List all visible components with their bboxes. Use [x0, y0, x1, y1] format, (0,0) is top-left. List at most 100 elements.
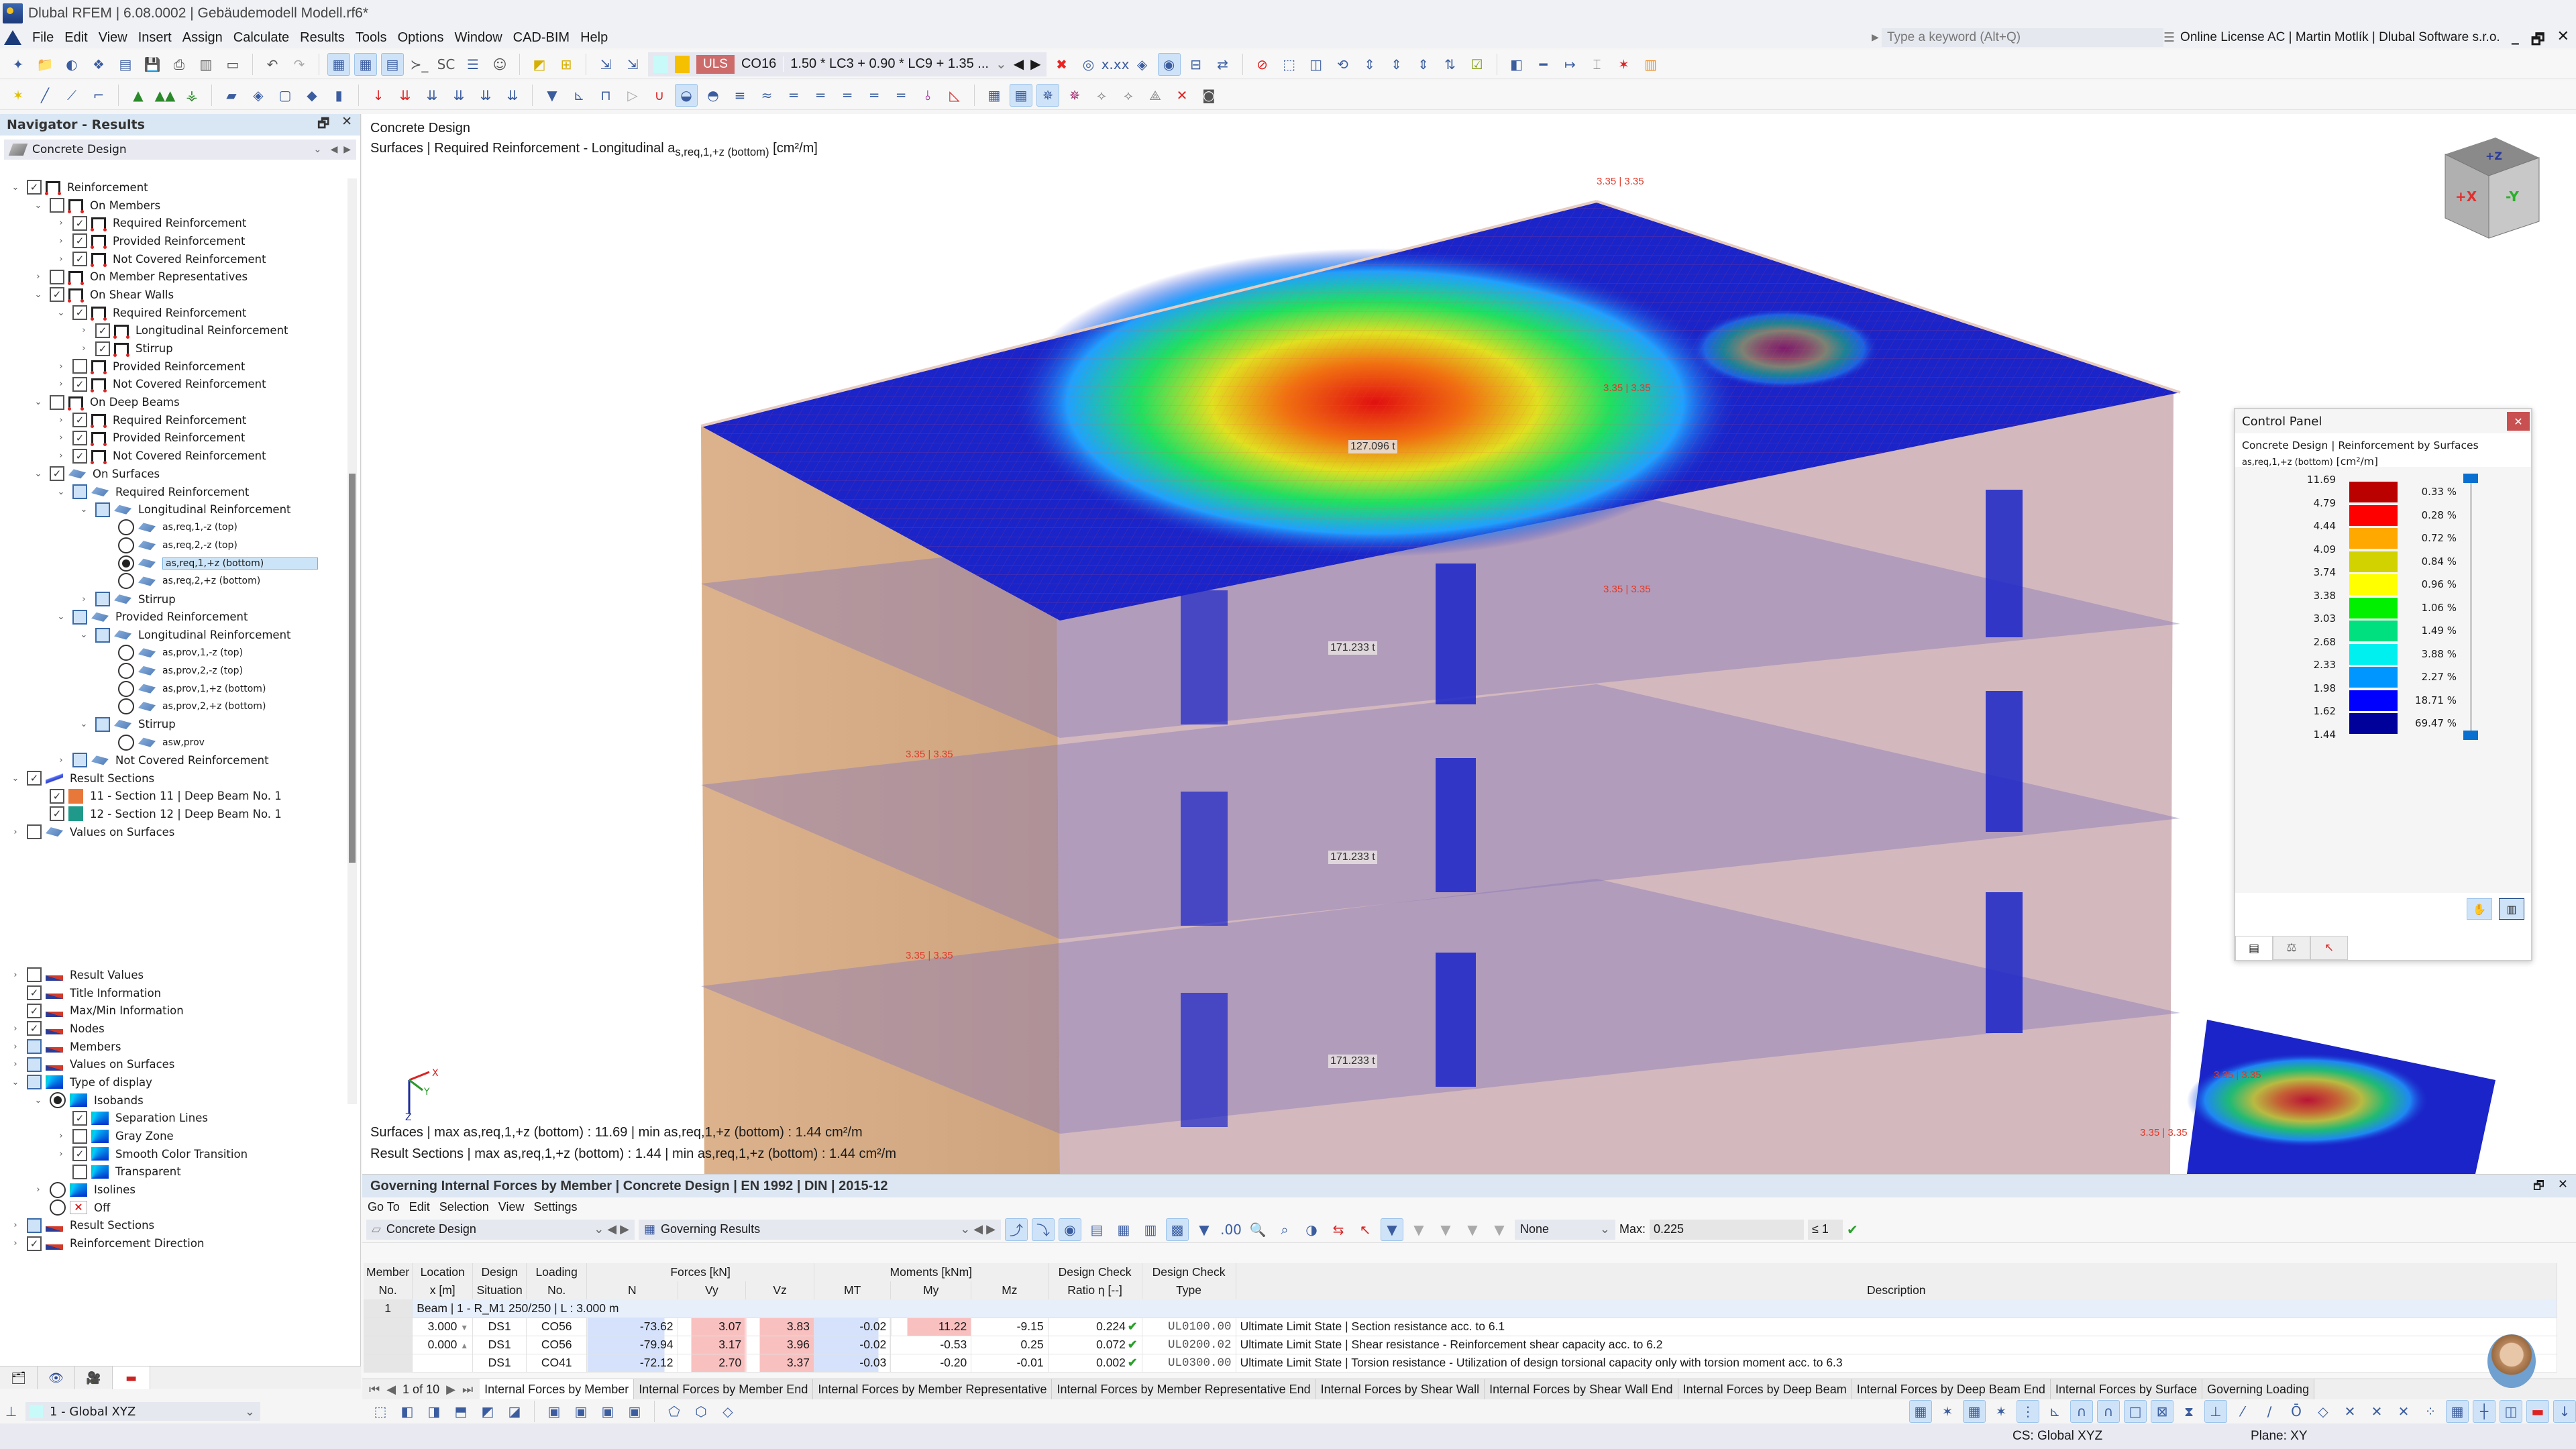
- menu-calculate[interactable]: Calculate: [228, 30, 294, 46]
- radio-button[interactable]: [118, 555, 134, 572]
- scrollbar-thumb[interactable]: [349, 474, 356, 863]
- legend-min-handle[interactable]: [2463, 731, 2478, 740]
- tree-item[interactable]: › ✓ Required Reinforcement: [0, 411, 345, 429]
- grid-icon[interactable]: ▦: [983, 84, 1006, 107]
- checkbox[interactable]: ✓: [50, 806, 64, 822]
- layers-icon[interactable]: ◫: [2500, 1400, 2522, 1423]
- menu-view[interactable]: View: [93, 30, 133, 46]
- table-tab[interactable]: Internal Forces by Deep Beam End: [1851, 1379, 2051, 1401]
- table-tab[interactable]: Internal Forces by Member End: [634, 1379, 814, 1401]
- tree-item[interactable]: ⌄ Longitudinal Reinforcement: [0, 626, 345, 644]
- search-expand-icon[interactable]: ▶: [1872, 32, 1879, 43]
- snap-object-icon[interactable]: ✵: [1036, 83, 1059, 107]
- load-free-icon[interactable]: ⇊: [474, 84, 497, 107]
- cross-1-icon[interactable]: ✕: [2339, 1400, 2361, 1423]
- open-folder-icon[interactable]: 📁: [34, 53, 56, 76]
- table-tab[interactable]: Governing Loading: [2202, 1379, 2315, 1401]
- color-scale-icon[interactable]: ◺: [943, 84, 966, 107]
- result-display-icon[interactable]: ◒: [675, 83, 698, 107]
- report-icon[interactable]: ▭: [221, 53, 244, 76]
- view-persp-icon[interactable]: ◩: [476, 1400, 499, 1423]
- col-location[interactable]: Location: [412, 1263, 474, 1281]
- snap-line-icon[interactable]: ✵: [1063, 84, 1086, 107]
- goto-2-icon[interactable]: ⤵: [1032, 1218, 1055, 1241]
- last-page-icon[interactable]: ⏭: [462, 1383, 473, 1397]
- snap-grid-status-icon[interactable]: ▦: [1909, 1400, 1932, 1423]
- filter-table-icon[interactable]: ▼: [1193, 1218, 1216, 1241]
- expand-toggle-icon[interactable]: ›: [55, 236, 67, 246]
- max-ratio-input[interactable]: 0.225: [1650, 1219, 1805, 1240]
- tree-item[interactable]: ⌄ On Members: [0, 197, 345, 215]
- snap-4-icon[interactable]: ⋮: [2017, 1400, 2039, 1423]
- lines-4-icon[interactable]: ═: [863, 84, 885, 107]
- checkbox[interactable]: [95, 502, 110, 517]
- checkbox[interactable]: ✓: [95, 323, 110, 338]
- prev-page-icon[interactable]: ◀: [386, 1383, 396, 1397]
- chevron-down-icon[interactable]: ⌄ ◀ ▶: [960, 1222, 996, 1236]
- load-combination-selector[interactable]: ULS CO16 1.50 * LC3 + 0.90 * LC9 + 1.35 …: [648, 52, 1046, 76]
- radio-button[interactable]: [118, 573, 134, 590]
- view-new-icon[interactable]: ⬚: [369, 1400, 392, 1423]
- save-icon[interactable]: 💾: [141, 53, 164, 76]
- tree-item[interactable]: ✕ Off: [0, 1199, 345, 1217]
- table-tab[interactable]: Internal Forces by Member Representative…: [1052, 1379, 1316, 1401]
- tree-item[interactable]: as,prov,1,-z (top): [0, 644, 345, 662]
- checkbox[interactable]: [72, 1164, 87, 1179]
- view-z-icon[interactable]: ⇕: [1412, 53, 1435, 76]
- display-line-icon[interactable]: ━: [1532, 53, 1555, 76]
- legend-max-handle[interactable]: [2463, 474, 2478, 483]
- checkbox[interactable]: ✓: [72, 252, 87, 267]
- hourglass-icon[interactable]: ⧗: [2178, 1400, 2200, 1423]
- new-node-icon[interactable]: ✶: [7, 84, 30, 107]
- tree-item[interactable]: › ✓ Not Covered Reinforcement: [0, 250, 345, 268]
- tree-item[interactable]: ⌄ Required Reinforcement: [0, 483, 345, 501]
- color-scale-tab[interactable]: ▤: [2235, 936, 2273, 960]
- color-cells-icon[interactable]: ▩: [1166, 1218, 1189, 1241]
- checkbox[interactable]: ✓: [72, 233, 87, 249]
- result-type-select[interactable]: ▦ Governing Results ⌄ ◀ ▶: [639, 1219, 1001, 1240]
- expand-toggle-icon[interactable]: ⌄: [32, 397, 44, 407]
- checkbox[interactable]: [27, 1075, 42, 1090]
- tree-item[interactable]: › ✓ Not Covered Reinforcement: [0, 376, 345, 394]
- expand-toggle-icon[interactable]: ›: [55, 433, 67, 443]
- magnet-2-icon[interactable]: ∩: [2097, 1400, 2120, 1423]
- table-menu-settings[interactable]: Settings: [534, 1200, 578, 1214]
- load-line-icon[interactable]: ⇊: [421, 84, 443, 107]
- navigation-cube[interactable]: +Z +X -Y: [2432, 134, 2546, 241]
- dimension-icon[interactable]: ↦: [1559, 53, 1582, 76]
- checkbox[interactable]: ✓: [72, 430, 87, 445]
- tree-item[interactable]: › Values on Surfaces: [0, 1055, 345, 1073]
- expand-toggle-icon[interactable]: ›: [55, 451, 67, 461]
- keyword-search-input[interactable]: Type a keyword (Alt+Q): [1882, 28, 2163, 47]
- tree-item[interactable]: as,req,2,+z (bottom): [0, 572, 345, 590]
- radio-button[interactable]: [118, 519, 134, 536]
- filter-active-icon[interactable]: ▼: [1381, 1218, 1403, 1241]
- data-tab[interactable]: 🗂: [0, 1366, 38, 1389]
- expand-toggle-icon[interactable]: ›: [55, 415, 67, 425]
- checkbox[interactable]: [95, 627, 110, 643]
- column-header[interactable]: No.: [364, 1281, 413, 1299]
- tangent-icon[interactable]: Ō: [2285, 1400, 2308, 1423]
- list-icon[interactable]: ☰: [462, 53, 484, 76]
- tree-item[interactable]: as,prov,2,+z (bottom): [0, 698, 345, 716]
- tree-item[interactable]: as,prov,2,-z (top): [0, 662, 345, 680]
- export-icon[interactable]: ▤: [1085, 1218, 1108, 1241]
- color-icon[interactable]: ◑: [1300, 1218, 1323, 1241]
- display-cube-icon[interactable]: ◧: [1505, 53, 1528, 76]
- column-header[interactable]: No.: [526, 1281, 588, 1299]
- column-header[interactable]: Vz: [745, 1281, 814, 1299]
- expand-toggle-icon[interactable]: ⌄: [78, 504, 90, 515]
- view-3d-icon[interactable]: ⬚: [1278, 53, 1301, 76]
- menu-file[interactable]: File: [27, 30, 59, 46]
- view-dir-icon[interactable]: ⇅: [1439, 53, 1462, 76]
- first-page-icon[interactable]: ⏮: [369, 1383, 380, 1397]
- surface-icon[interactable]: ▥: [1640, 53, 1662, 76]
- print-icon[interactable]: ⎙: [168, 53, 191, 76]
- expand-toggle-icon[interactable]: ›: [78, 343, 90, 354]
- table-row[interactable]: DS1 CO41 -72.12 2.70 3.37 -0.03 -0.20 -0.01 0.00…: [364, 1354, 2558, 1373]
- filter-clear-icon[interactable]: ✖: [1051, 53, 1073, 76]
- redo-icon[interactable]: ↷: [288, 53, 311, 76]
- expand-toggle-icon[interactable]: ›: [55, 362, 67, 372]
- checkbox[interactable]: [72, 359, 87, 374]
- filter-5-icon[interactable]: ▼: [1488, 1218, 1511, 1241]
